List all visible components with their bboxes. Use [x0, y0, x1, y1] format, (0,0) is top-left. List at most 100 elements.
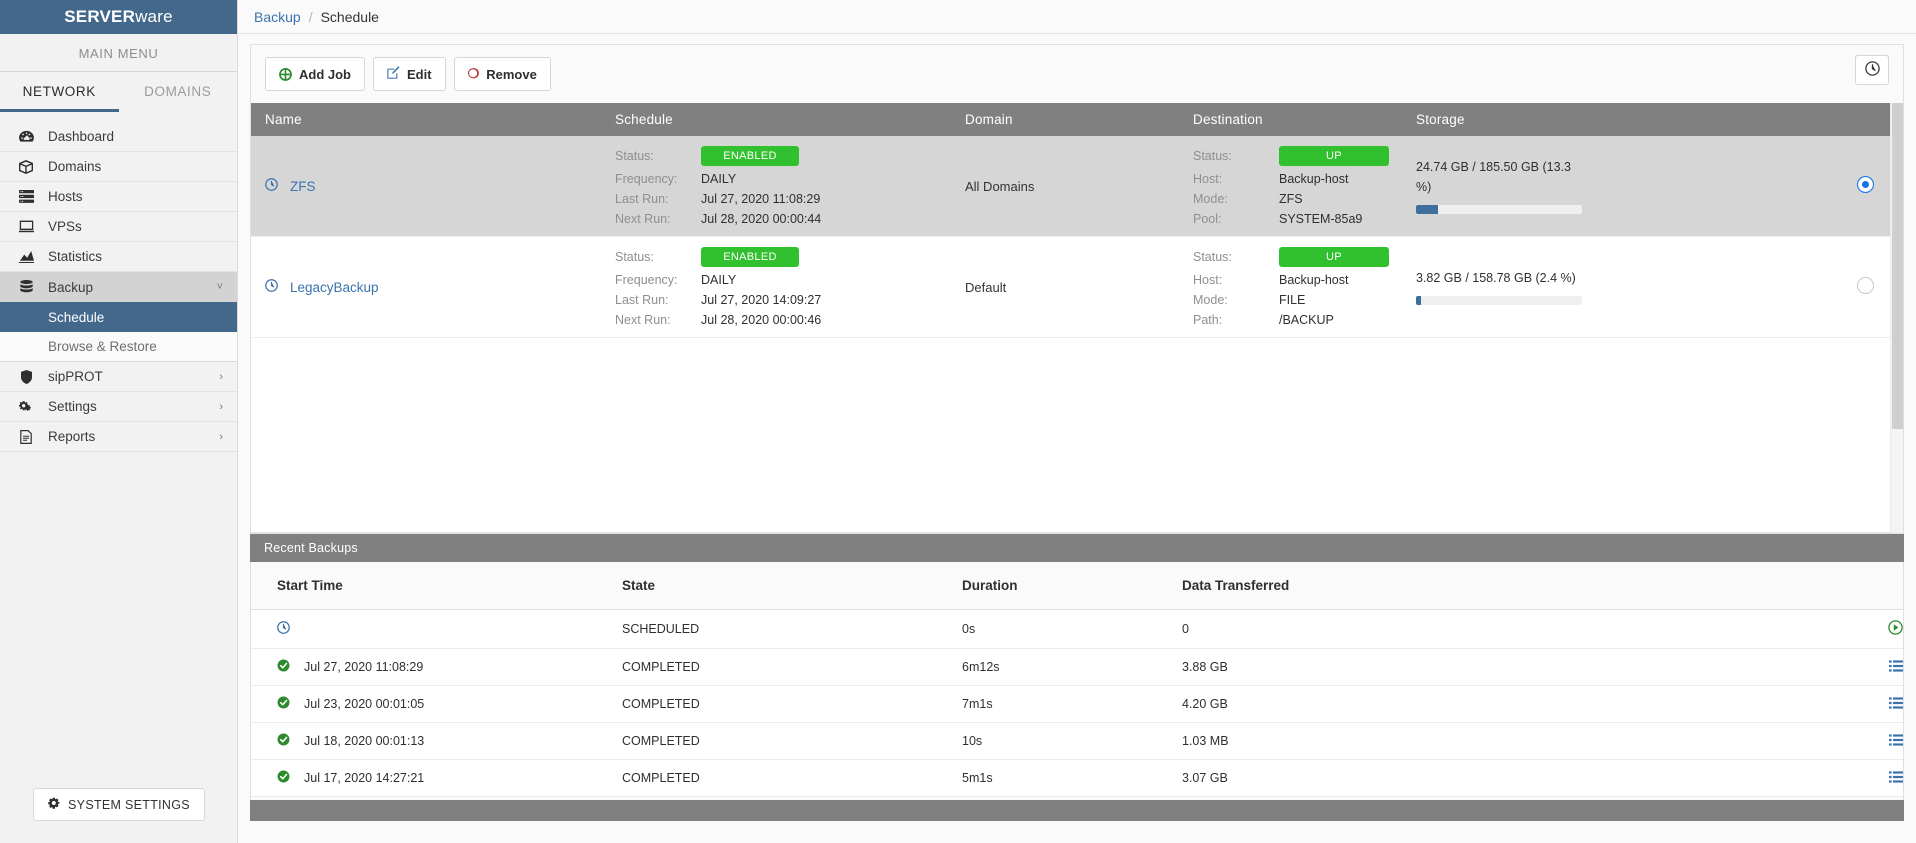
destination-host: Backup-host — [1279, 273, 1402, 287]
recent-actions-cell — [1843, 760, 1903, 797]
sidebar-item-statistics[interactable]: Statistics — [0, 242, 237, 272]
label-last-run: Last Run: — [615, 192, 701, 206]
recent-header-row: Start Time State Duration Data Transferr… — [251, 562, 1903, 610]
destination-extra-value: SYSTEM-85a9 — [1279, 212, 1402, 226]
sidebar-item-vpss[interactable]: VPSs — [0, 212, 237, 242]
table-row[interactable]: Jul 23, 2020 00:01:05 COMPLETED 7m1s 4.2… — [251, 686, 1903, 723]
label-frequency: Frequency: — [615, 172, 701, 186]
recent-duration: 7m1s — [936, 686, 1156, 723]
recent-duration: 0s — [936, 610, 1156, 649]
sidebar-item-reports[interactable]: Reports › — [0, 422, 237, 452]
job-frequency: DAILY — [701, 273, 951, 287]
tab-network[interactable]: NETWORK — [0, 72, 119, 112]
system-settings-button[interactable]: SYSTEM SETTINGS — [33, 788, 205, 821]
check-circle-icon — [277, 696, 290, 712]
sidebar-item-browse-restore[interactable]: Browse & Restore — [0, 332, 237, 362]
sidebar: SERVERware MAIN MENU NETWORK DOMAINS Das… — [0, 0, 238, 843]
bottom-spacer — [238, 821, 1916, 843]
recent-state: COMPLETED — [596, 649, 936, 686]
table-row[interactable]: LegacyBackup Status: ENABLED Frequency: … — [251, 237, 1903, 338]
remove-button[interactable]: ❍ Remove — [454, 57, 551, 91]
job-frequency: DAILY — [701, 172, 951, 186]
sidebar-item-label: Backup — [48, 280, 93, 295]
jobs-scrollbar[interactable] — [1890, 103, 1903, 533]
list-icon[interactable] — [1889, 659, 1903, 675]
clock-icon — [265, 279, 278, 295]
column-header-data-transferred: Data Transferred — [1156, 562, 1843, 610]
jobs-table: Name Schedule Domain Destination Storage — [251, 103, 1903, 338]
page-content: ⨁ Add Job Edit ❍ Remove — [238, 34, 1916, 800]
table-row[interactable]: Jul 18, 2020 00:01:13 COMPLETED 10s 1.03… — [251, 723, 1903, 760]
job-domain-cell: Default — [951, 237, 1179, 338]
table-row[interactable]: ZFS Status: ENABLED Frequency: DAILY — [251, 136, 1903, 237]
brand-strong: SERVER — [64, 7, 135, 27]
main-area: Backup / Schedule ⨁ Add Job Edit — [238, 0, 1916, 843]
recent-actions-cell — [1843, 610, 1903, 649]
sidebar-item-backup[interactable]: Backup ˅ — [0, 272, 237, 302]
status-badge: ENABLED — [701, 146, 799, 166]
database-icon — [17, 280, 35, 294]
job-name-cell: ZFS — [251, 136, 601, 237]
recent-data-transferred: 1.03 MB — [1156, 723, 1843, 760]
dest-status-badge-wrap: UP — [1279, 247, 1402, 267]
brand-logo: SERVERware — [0, 0, 237, 34]
destination-status-badge: UP — [1279, 247, 1389, 267]
column-header-domain: Domain — [951, 103, 1179, 136]
history-button[interactable] — [1855, 55, 1889, 85]
check-circle-icon — [277, 659, 290, 675]
breadcrumb-backup-link[interactable]: Backup — [254, 9, 301, 25]
sidebar-item-label: sipPROT — [48, 369, 103, 384]
sidebar-item-label: Settings — [48, 399, 97, 414]
label-next-run: Next Run: — [615, 212, 701, 226]
recent-start-time-cell: Jul 27, 2020 11:08:29 — [251, 649, 596, 686]
clock-icon — [277, 621, 290, 637]
sidebar-item-settings[interactable]: Settings › — [0, 392, 237, 422]
sidebar-item-label: Reports — [48, 429, 95, 444]
job-next-run: Jul 28, 2020 00:00:44 — [701, 212, 951, 226]
plus-circle-icon: ⨁ — [279, 66, 292, 82]
chart-icon — [17, 251, 35, 263]
column-header-storage: Storage — [1402, 103, 1843, 136]
label-extra: Pool: — [1193, 212, 1279, 226]
list-icon[interactable] — [1889, 770, 1903, 786]
sidebar-item-schedule[interactable]: Schedule — [0, 302, 237, 332]
storage-progress-fill — [1416, 296, 1421, 305]
add-job-label: Add Job — [299, 67, 351, 82]
sidebar-item-hosts[interactable]: Hosts — [0, 182, 237, 212]
job-name-link[interactable]: ZFS — [265, 178, 601, 194]
recent-backups-table: Start Time State Duration Data Transferr… — [251, 562, 1903, 797]
sidebar-item-dashboard[interactable]: Dashboard — [0, 122, 237, 152]
row-select-radio[interactable] — [1857, 176, 1874, 193]
sidebar-item-label: Domains — [48, 159, 101, 174]
clock-icon — [265, 178, 278, 194]
recent-duration: 5m1s — [936, 760, 1156, 797]
shield-icon — [17, 370, 35, 384]
job-name-link[interactable]: LegacyBackup — [265, 279, 601, 295]
job-name-text: ZFS — [290, 179, 316, 194]
label-last-run: Last Run: — [615, 293, 701, 307]
server-icon — [17, 190, 35, 203]
add-job-button[interactable]: ⨁ Add Job — [265, 57, 365, 91]
cube-icon — [17, 160, 35, 174]
sidebar-item-sipprot[interactable]: sipPROT › — [0, 362, 237, 392]
list-icon[interactable] — [1889, 733, 1903, 749]
table-row[interactable]: Jul 27, 2020 11:08:29 COMPLETED 6m12s 3.… — [251, 649, 1903, 686]
sidebar-item-domains[interactable]: Domains — [0, 152, 237, 182]
column-header-name: Name — [251, 103, 601, 136]
chevron-right-icon: › — [219, 371, 223, 383]
recent-start-time: Jul 18, 2020 00:01:13 — [304, 734, 424, 748]
row-select-radio[interactable] — [1857, 277, 1874, 294]
tab-domains[interactable]: DOMAINS — [119, 72, 238, 112]
label-status: Status: — [1193, 149, 1279, 163]
edit-label: Edit — [407, 67, 432, 82]
edit-button[interactable]: Edit — [373, 57, 446, 91]
table-row[interactable]: Jul 17, 2020 14:27:21 COMPLETED 5m1s 3.0… — [251, 760, 1903, 797]
list-icon[interactable] — [1889, 696, 1903, 712]
run-icon[interactable] — [1888, 622, 1903, 638]
table-row[interactable]: SCHEDULED 0s 0 — [251, 610, 1903, 649]
recent-duration: 10s — [936, 723, 1156, 760]
chevron-down-icon: ˅ — [217, 281, 223, 293]
column-header-state: State — [596, 562, 936, 610]
storage-usage-text: 24.74 GB / 185.50 GB (13.3 %) — [1416, 158, 1586, 197]
system-settings-container: SYSTEM SETTINGS — [0, 788, 238, 821]
